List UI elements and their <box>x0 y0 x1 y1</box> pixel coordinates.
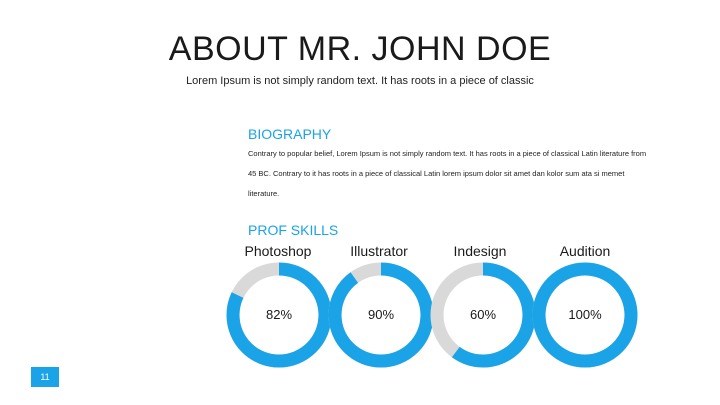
skill-percent-indesign: 60% <box>469 307 497 322</box>
skill-percent-photoshop: 82% <box>265 307 293 322</box>
skills-heading: PROF SKILLS <box>248 222 339 238</box>
page-subtitle: Lorem Ipsum is not simply random text. I… <box>186 75 534 87</box>
skill-label-indesign: Indesign <box>453 243 507 259</box>
skill-label-illustrator: Illustrator <box>350 243 408 259</box>
skill-label-photoshop: Photoshop <box>244 243 312 259</box>
page-number-badge: 11 <box>31 367 59 387</box>
skill-percent-audition: 100% <box>568 307 602 322</box>
skill-label-audition: Audition <box>559 243 611 259</box>
page-title: ABOUT MR. JOHN DOE <box>168 30 552 68</box>
biography-heading: BIOGRAPHY <box>248 126 332 142</box>
skill-percent-illustrator: 90% <box>367 307 395 322</box>
biography-text: Contrary to popular belief, Lorem Ipsum … <box>248 149 647 198</box>
